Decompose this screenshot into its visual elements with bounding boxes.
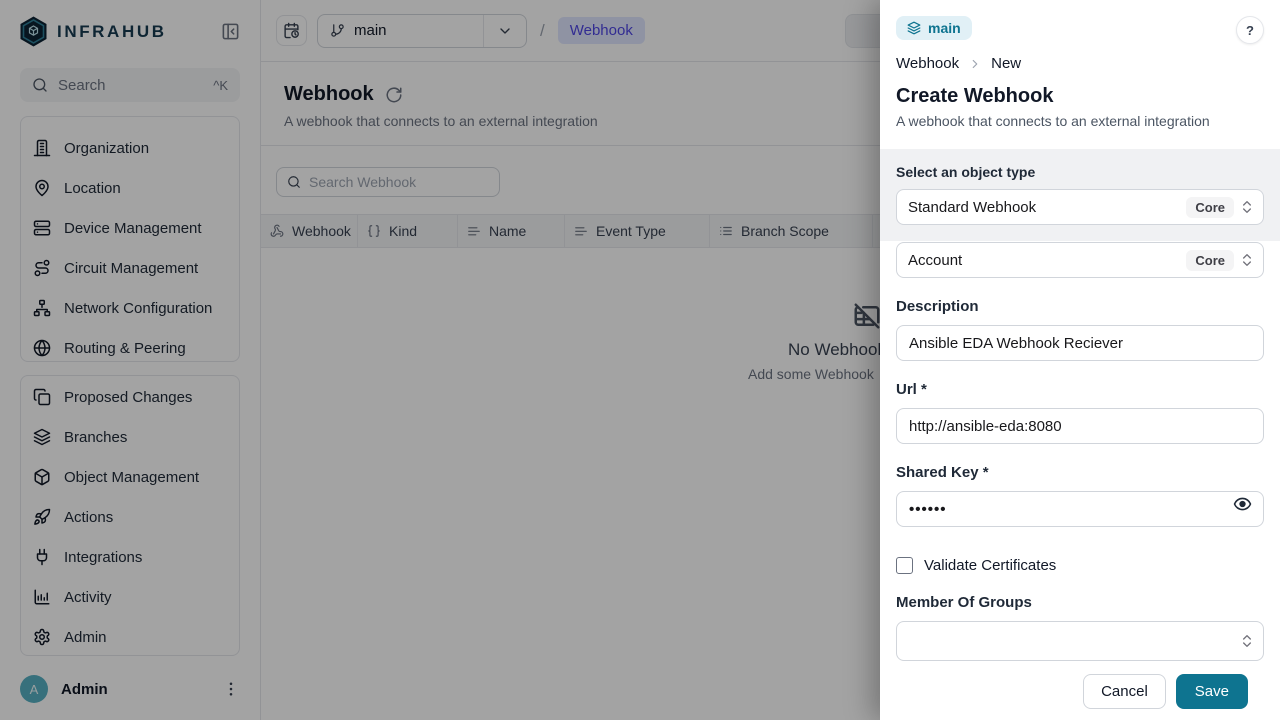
panel-subtitle: A webhook that connects to an external i…: [896, 113, 1264, 129]
object-type-section: Select an object type Standard Webhook C…: [880, 149, 1280, 241]
validate-certificates-checkbox[interactable]: [896, 557, 913, 574]
panel-breadcrumb-webhook[interactable]: Webhook: [896, 55, 959, 72]
url-input[interactable]: [896, 408, 1264, 444]
validate-certificates-row: Validate Certificates: [896, 557, 1264, 574]
core-badge: Core: [1186, 197, 1234, 218]
layers-icon: [907, 21, 921, 35]
object-type-label: Select an object type: [896, 164, 1264, 180]
save-button[interactable]: Save: [1176, 674, 1248, 709]
description-label: Description: [896, 298, 1264, 315]
object-type-select[interactable]: Standard Webhook Core: [896, 189, 1264, 225]
chevrons-up-down-icon: [1239, 252, 1255, 268]
description-input[interactable]: [896, 325, 1264, 361]
shared-key-field: [896, 481, 1264, 527]
panel-branch-badge: main: [896, 16, 972, 40]
validate-certificates-label: Validate Certificates: [924, 557, 1056, 574]
panel-breadcrumb-new: New: [991, 55, 1021, 72]
eye-icon[interactable]: [1233, 495, 1252, 514]
panel-header: main ? Webhook New Create Webhook A webh…: [880, 0, 1280, 129]
shared-key-label: Shared Key *: [896, 464, 1264, 481]
shared-key-input[interactable]: [896, 491, 1264, 527]
panel-title: Create Webhook: [896, 85, 1264, 108]
core-badge: Core: [1186, 250, 1234, 271]
chevrons-up-down-icon: [1239, 199, 1255, 215]
cancel-button[interactable]: Cancel: [1083, 674, 1166, 709]
member-of-groups-label: Member Of Groups: [896, 594, 1264, 611]
panel-form: Account Core Description Url * Shared Ke…: [880, 242, 1280, 709]
url-label: Url *: [896, 381, 1264, 398]
chevron-right-icon: [968, 57, 982, 71]
object-type-value: Standard Webhook: [908, 199, 1186, 216]
panel-branch-name: main: [928, 20, 961, 36]
chevrons-up-down-icon: [1239, 633, 1255, 649]
panel-footer: Cancel Save: [896, 661, 1264, 709]
help-button[interactable]: ?: [1236, 16, 1264, 44]
panel-breadcrumb: Webhook New: [896, 55, 1264, 72]
kind-select[interactable]: Account Core: [896, 242, 1264, 278]
create-webhook-panel: main ? Webhook New Create Webhook A webh…: [880, 0, 1280, 720]
member-of-groups-select[interactable]: [896, 621, 1264, 661]
kind-value: Account: [908, 252, 1186, 269]
